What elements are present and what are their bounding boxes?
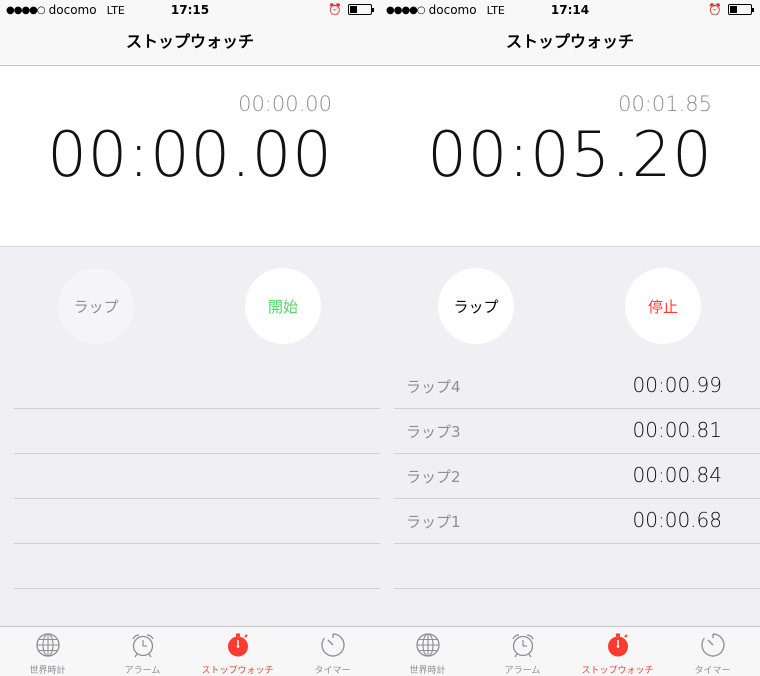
tab-bar: 世界時計 アラーム ストップウォッチ タイマー	[380, 626, 760, 676]
stopwatch-icon	[604, 631, 632, 659]
status-time: 17:15	[170, 3, 210, 17]
stopwatch-icon	[224, 631, 252, 659]
lap-label: ラップ1	[406, 513, 461, 531]
time-display: 00:01.85 00:05.20	[380, 66, 760, 247]
lap-row: ラップ1 00:00.68	[394, 499, 760, 544]
battery-icon	[728, 4, 754, 15]
lap-value: 00:00.68	[632, 508, 722, 532]
navigation-bar: ストップウォッチ	[0, 20, 380, 66]
battery-level	[350, 6, 357, 13]
tab-label: タイマー	[694, 666, 731, 676]
lap-button[interactable]: ラップ	[438, 268, 514, 344]
status-time: 17:14	[550, 3, 590, 17]
tab-stopwatch[interactable]: ストップウォッチ	[190, 627, 285, 676]
lap-list: ラップ4 00:00.99 ラップ3 00:00.81 ラップ2 00:00.84 ラ…	[394, 364, 760, 589]
lap-row: ラップ2 00:00.84	[394, 454, 760, 499]
status-bar: ●●●●○ docomo LTE 17:15 ⏰	[0, 0, 380, 20]
lap-label: ラップ4	[406, 378, 461, 396]
tab-label: 世界時計	[409, 666, 446, 676]
lap-value: 00:00.81	[632, 418, 722, 442]
start-button[interactable]: 開始	[245, 268, 321, 344]
globe-icon	[34, 631, 62, 659]
lap-value: 00:00.84	[632, 463, 722, 487]
lap-row	[394, 544, 760, 589]
tab-timer[interactable]: タイマー	[285, 627, 380, 676]
battery-icon	[348, 4, 374, 15]
lap-value: 00:00.99	[632, 373, 722, 397]
total-elapsed-time: 00:00.00	[47, 118, 333, 191]
stopwatch-screen-running: ●●●●○ docomo LTE 17:14 ⏰ ストップウォッチ 00:01.…	[380, 0, 760, 676]
alarm-status-icon: ⏰	[328, 3, 342, 16]
battery-level	[730, 6, 737, 13]
tab-label: ストップウォッチ	[201, 666, 274, 676]
timer-icon	[699, 631, 727, 659]
tab-world-clock[interactable]: 世界時計	[0, 627, 95, 676]
page-title: ストップウォッチ	[505, 32, 634, 51]
lap-row	[14, 544, 380, 589]
stop-button[interactable]: 停止	[625, 268, 701, 344]
tab-alarm[interactable]: アラーム	[95, 627, 190, 676]
lap-row	[14, 454, 380, 499]
lap-row: ラップ3 00:00.81	[394, 409, 760, 454]
alarm-icon	[509, 631, 537, 659]
tab-stopwatch[interactable]: ストップウォッチ	[570, 627, 665, 676]
tab-label: ストップウォッチ	[581, 666, 654, 676]
tab-label: タイマー	[314, 666, 351, 676]
tab-label: アラーム	[124, 666, 161, 676]
lap-button[interactable]: ラップ	[58, 268, 134, 344]
lap-row: ラップ4 00:00.99	[394, 364, 760, 409]
tab-alarm[interactable]: アラーム	[475, 627, 570, 676]
lap-label: ラップ3	[406, 423, 461, 441]
page-title: ストップウォッチ	[125, 32, 254, 51]
globe-icon	[414, 631, 442, 659]
lap-row	[14, 499, 380, 544]
lap-row	[14, 409, 380, 454]
current-lap-time: 00:01.85	[618, 92, 712, 116]
navigation-bar: ストップウォッチ	[380, 20, 760, 66]
status-bar: ●●●●○ docomo LTE 17:14 ⏰	[380, 0, 760, 20]
tab-timer[interactable]: タイマー	[665, 627, 760, 676]
timer-icon	[319, 631, 347, 659]
tab-bar: 世界時計 アラーム ストップウォッチ タイマー	[0, 626, 380, 676]
tab-label: 世界時計	[29, 666, 66, 676]
alarm-status-icon: ⏰	[708, 3, 722, 16]
time-display: 00:00.00 00:00.00	[0, 66, 380, 247]
lap-row	[14, 364, 380, 409]
tab-world-clock[interactable]: 世界時計	[380, 627, 475, 676]
total-elapsed-time: 00:05.20	[427, 118, 713, 191]
current-lap-time: 00:00.00	[238, 92, 332, 116]
stopwatch-screen-reset: ●●●●○ docomo LTE 17:15 ⏰ ストップウォッチ 00:00.…	[0, 0, 380, 676]
tab-label: アラーム	[504, 666, 541, 676]
lap-list	[14, 364, 380, 589]
lap-label: ラップ2	[406, 468, 461, 486]
alarm-icon	[129, 631, 157, 659]
